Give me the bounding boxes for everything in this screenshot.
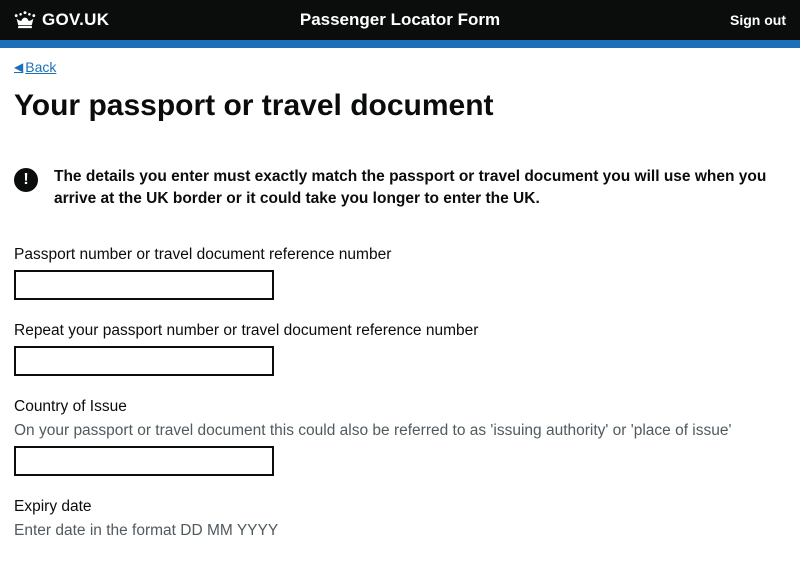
warning-callout: ! The details you enter must exactly mat… — [14, 166, 786, 211]
warning-text: The details you enter must exactly match… — [54, 166, 786, 211]
expiry-date-group: Expiry date Enter date in the format DD … — [14, 498, 786, 540]
expiry-date-label: Expiry date — [14, 498, 786, 516]
expiry-date-hint: Enter date in the format DD MM YYYY — [14, 522, 786, 540]
header-blue-bar — [0, 40, 800, 48]
country-of-issue-hint: On your passport or travel document this… — [14, 422, 786, 440]
govuk-logo-text: GOV.UK — [42, 10, 109, 30]
passport-number-group: Passport number or travel document refer… — [14, 246, 786, 300]
exclamation-icon: ! — [14, 168, 38, 192]
chevron-left-icon: ◀ — [14, 60, 23, 74]
repeat-passport-number-input[interactable] — [14, 346, 274, 376]
service-name: Passenger Locator Form — [300, 10, 500, 30]
country-of-issue-label: Country of Issue — [14, 398, 786, 416]
passport-number-input[interactable] — [14, 270, 274, 300]
main-content: ◀ Back Your passport or travel document … — [0, 48, 800, 566]
repeat-passport-number-group: Repeat your passport number or travel do… — [14, 322, 786, 376]
passport-number-label: Passport number or travel document refer… — [14, 246, 786, 264]
back-link[interactable]: ◀ Back — [14, 59, 56, 75]
govuk-logo[interactable]: GOV.UK — [14, 10, 109, 30]
back-link-text: Back — [25, 59, 56, 75]
crown-icon — [14, 11, 36, 29]
country-of-issue-input[interactable] — [14, 446, 274, 476]
site-header: GOV.UK Passenger Locator Form Sign out — [0, 0, 800, 40]
sign-out-link[interactable]: Sign out — [730, 12, 786, 28]
repeat-passport-number-label: Repeat your passport number or travel do… — [14, 322, 786, 340]
page-title: Your passport or travel document — [14, 89, 786, 124]
country-of-issue-group: Country of Issue On your passport or tra… — [14, 398, 786, 476]
